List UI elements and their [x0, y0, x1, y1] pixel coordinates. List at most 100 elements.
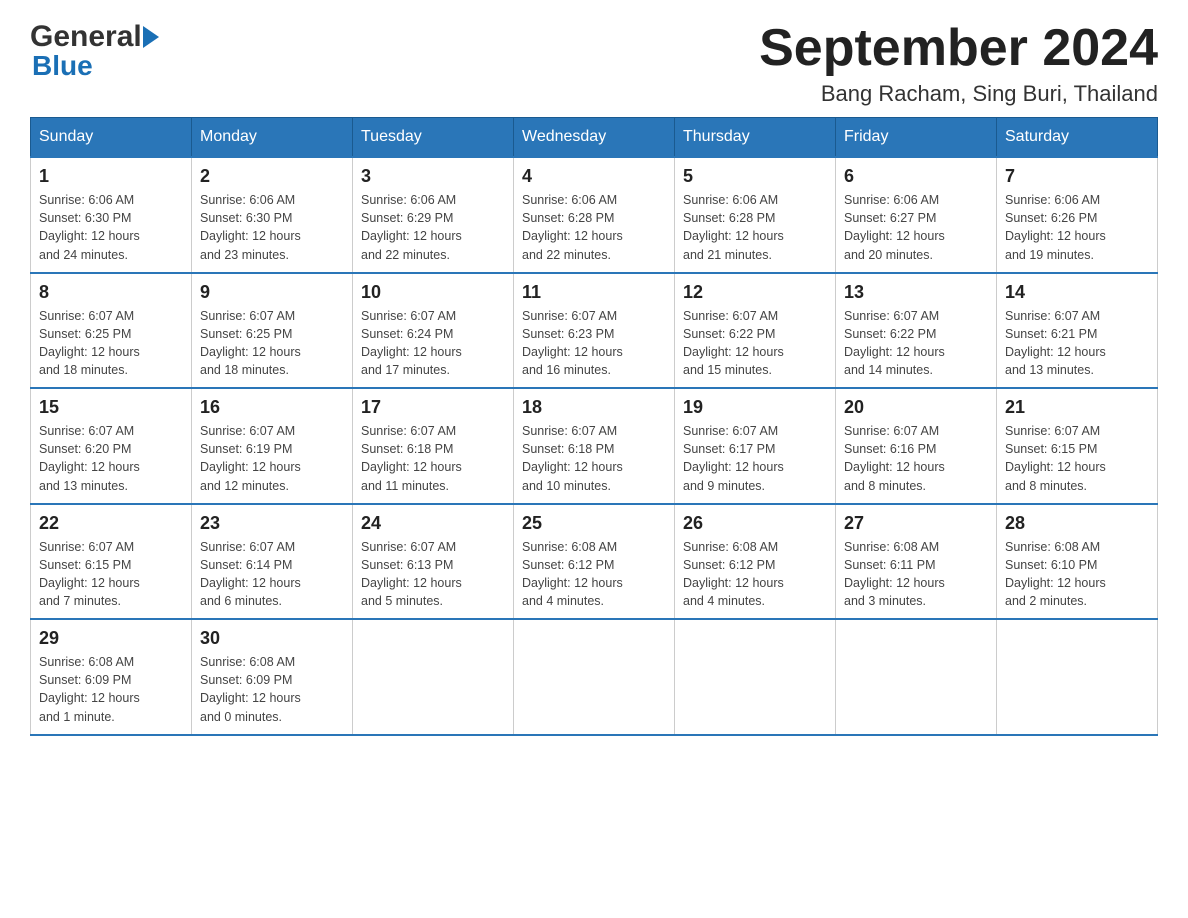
daylight-label: Daylight: 12 hours — [39, 460, 140, 474]
daylight-label: Daylight: 12 hours — [522, 345, 623, 359]
daylight-minutes: and 10 minutes. — [522, 479, 611, 493]
calendar-cell: 12 Sunrise: 6:07 AM Sunset: 6:22 PM Dayligh… — [675, 273, 836, 389]
sunset-label: Sunset: 6:15 PM — [1005, 442, 1097, 456]
sunset-label: Sunset: 6:22 PM — [683, 327, 775, 341]
day-number: 7 — [1005, 166, 1149, 187]
sunrise-label: Sunrise: 6:08 AM — [844, 540, 939, 554]
day-number: 23 — [200, 513, 344, 534]
day-info: Sunrise: 6:06 AMSunset: 6:27 PMDaylight:… — [844, 191, 988, 264]
calendar-cell: 19Sunrise: 6:07 AMSunset: 6:17 PMDayligh… — [675, 388, 836, 504]
daylight-minutes: and 19 minutes. — [1005, 248, 1094, 262]
daylight-label: Daylight: 12 hours — [200, 576, 301, 590]
calendar-cell: 27 Sunrise: 6:08 AM Sunset: 6:11 PM Dayligh… — [836, 504, 997, 620]
day-number: 16 — [200, 397, 344, 418]
day-number: 14 — [1005, 282, 1149, 303]
day-info: Sunrise: 6:07 AMSunset: 6:24 PMDaylight:… — [361, 307, 505, 380]
title-area: September 2024 Bang Racham, Sing Buri, T… — [759, 20, 1158, 107]
calendar-week-3: 15Sunrise: 6:07 AMSunset: 6:20 PMDayligh… — [31, 388, 1158, 504]
daylight-minutes: and 18 minutes. — [39, 363, 128, 377]
daylight-minutes: and 21 minutes. — [683, 248, 772, 262]
day-info: Sunrise: 6:06 AMSunset: 6:28 PMDaylight:… — [522, 191, 666, 264]
sunrise-label: Sunrise: 6:07 AM — [200, 540, 295, 554]
daylight-minutes: and 2 minutes. — [1005, 594, 1087, 608]
day-info: Sunrise: 6:06 AMSunset: 6:30 PMDaylight:… — [39, 191, 183, 264]
calendar-cell — [353, 619, 514, 735]
sunset-label: Sunset: 6:11 PM — [844, 558, 936, 572]
sunrise-label: Sunrise: 6:07 AM — [522, 424, 617, 438]
calendar-cell: 11Sunrise: 6:07 AMSunset: 6:23 PMDayligh… — [514, 273, 675, 389]
sunset-label: Sunset: 6:25 PM — [200, 327, 292, 341]
daylight-label: Daylight: 12 hours — [1005, 345, 1106, 359]
calendar-cell: 20 Sunrise: 6:07 AMSunset: 6:16 PMDayligh… — [836, 388, 997, 504]
sunrise-label: Sunrise: 6:06 AM — [39, 193, 134, 207]
day-number: 13 — [844, 282, 988, 303]
calendar-cell: 1Sunrise: 6:06 AMSunset: 6:30 PMDaylight… — [31, 157, 192, 273]
daylight-minutes: and 4 minutes. — [683, 594, 765, 608]
day-info: Sunrise: 6:07 AMSunset: 6:14 PMDaylight:… — [200, 538, 344, 611]
daylight-minutes: and 11 minutes. — [361, 479, 449, 493]
day-number: 18 — [522, 397, 666, 418]
daylight-label: Daylight: 12 hours — [683, 345, 784, 359]
day-number: 20 — [844, 397, 988, 418]
calendar-week-2: 8Sunrise: 6:07 AMSunset: 6:25 PMDaylight… — [31, 273, 1158, 389]
day-info: Sunrise: 6:07 AMSunset: 6:23 PMDaylight:… — [522, 307, 666, 380]
daylight-label: Daylight: 12 hours — [39, 576, 140, 590]
day-info: Sunrise: 6:08 AMSunset: 6:09 PMDaylight:… — [39, 653, 183, 726]
day-info: Sunrise: 6:07 AMSunset: 6:15 PMDaylight:… — [1005, 422, 1149, 495]
sunset-label: Sunset: 6:13 PM — [361, 558, 453, 572]
sunrise-label: Sunrise: 6:08 AM — [200, 655, 295, 669]
sunrise-label: Sunrise: 6:06 AM — [361, 193, 456, 207]
day-info: Sunrise: 6:06 AMSunset: 6:28 PMDaylight:… — [683, 191, 827, 264]
calendar-cell: 15Sunrise: 6:07 AMSunset: 6:20 PMDayligh… — [31, 388, 192, 504]
day-number: 6 — [844, 166, 988, 187]
sunset-label: Sunset: 6:22 PM — [844, 327, 936, 341]
daylight-label: Daylight: 12 hours — [522, 576, 623, 590]
day-info: Sunrise: 6:07 AM Sunset: 6:22 PM Daylight:… — [683, 307, 827, 380]
sunrise-label: Sunrise: 6:07 AM — [200, 309, 295, 323]
sunset-label: Sunset: 6:24 PM — [361, 327, 453, 341]
day-info: Sunrise: 6:08 AMSunset: 6:10 PMDaylight:… — [1005, 538, 1149, 611]
daylight-label: Daylight: 12 hours — [683, 576, 784, 590]
calendar-cell: 24Sunrise: 6:07 AMSunset: 6:13 PMDayligh… — [353, 504, 514, 620]
calendar-cell: 2Sunrise: 6:06 AMSunset: 6:30 PMDaylight… — [192, 157, 353, 273]
sunrise-label: Sunrise: 6:07 AM — [683, 309, 778, 323]
sunset-label: Sunset: 6:12 PM — [683, 558, 775, 572]
calendar-cell: 26Sunrise: 6:08 AMSunset: 6:12 PMDayligh… — [675, 504, 836, 620]
sunset-label: Sunset: 6:18 PM — [522, 442, 614, 456]
col-header-saturday: Saturday — [997, 118, 1158, 158]
day-number: 2 — [200, 166, 344, 187]
logo-general-text: General — [30, 20, 142, 54]
daylight-label: Daylight: 12 hours — [683, 229, 784, 243]
day-info: Sunrise: 6:07 AMSunset: 6:13 PMDaylight:… — [361, 538, 505, 611]
calendar-week-5: 29Sunrise: 6:08 AMSunset: 6:09 PMDayligh… — [31, 619, 1158, 735]
col-header-sunday: Sunday — [31, 118, 192, 158]
day-number: 25 — [522, 513, 666, 534]
day-number: 12 — [683, 282, 827, 303]
day-number: 27 — [844, 513, 988, 534]
day-number: 15 — [39, 397, 183, 418]
calendar-cell: 3Sunrise: 6:06 AMSunset: 6:29 PMDaylight… — [353, 157, 514, 273]
sunrise-label: Sunrise: 6:07 AM — [522, 309, 617, 323]
daylight-minutes: and 5 minutes. — [361, 594, 443, 608]
calendar-cell: 13Sunrise: 6:07 AMSunset: 6:22 PMDayligh… — [836, 273, 997, 389]
calendar-cell: 21Sunrise: 6:07 AMSunset: 6:15 PMDayligh… — [997, 388, 1158, 504]
sunset-label: Sunset: 6:15 PM — [39, 558, 131, 572]
calendar-cell: 17Sunrise: 6:07 AMSunset: 6:18 PMDayligh… — [353, 388, 514, 504]
day-number: 17 — [361, 397, 505, 418]
daylight-label: Daylight: 12 hours — [844, 576, 945, 590]
day-info: Sunrise: 6:07 AMSunset: 6:16 PMDaylight:… — [844, 422, 988, 495]
calendar-cell: 4Sunrise: 6:06 AMSunset: 6:28 PMDaylight… — [514, 157, 675, 273]
calendar-cell — [997, 619, 1158, 735]
sunrise-label: Sunrise: 6:07 AM — [361, 424, 456, 438]
day-info: Sunrise: 6:07 AMSunset: 6:25 PMDaylight:… — [200, 307, 344, 380]
sunrise-label: Sunrise: 6:07 AM — [39, 424, 134, 438]
daylight-minutes: and 22 minutes. — [522, 248, 611, 262]
daylight-minutes: and 24 minutes. — [39, 248, 128, 262]
daylight-minutes: and 17 minutes. — [361, 363, 450, 377]
day-number: 22 — [39, 513, 183, 534]
daylight-minutes: and 16 minutes. — [522, 363, 611, 377]
sunrise-label: Sunrise: 6:07 AM — [683, 424, 778, 438]
sunset-label: Sunset: 6:18 PM — [361, 442, 453, 456]
calendar-cell: 18Sunrise: 6:07 AMSunset: 6:18 PMDayligh… — [514, 388, 675, 504]
daylight-minutes: and 7 minutes. — [39, 594, 121, 608]
